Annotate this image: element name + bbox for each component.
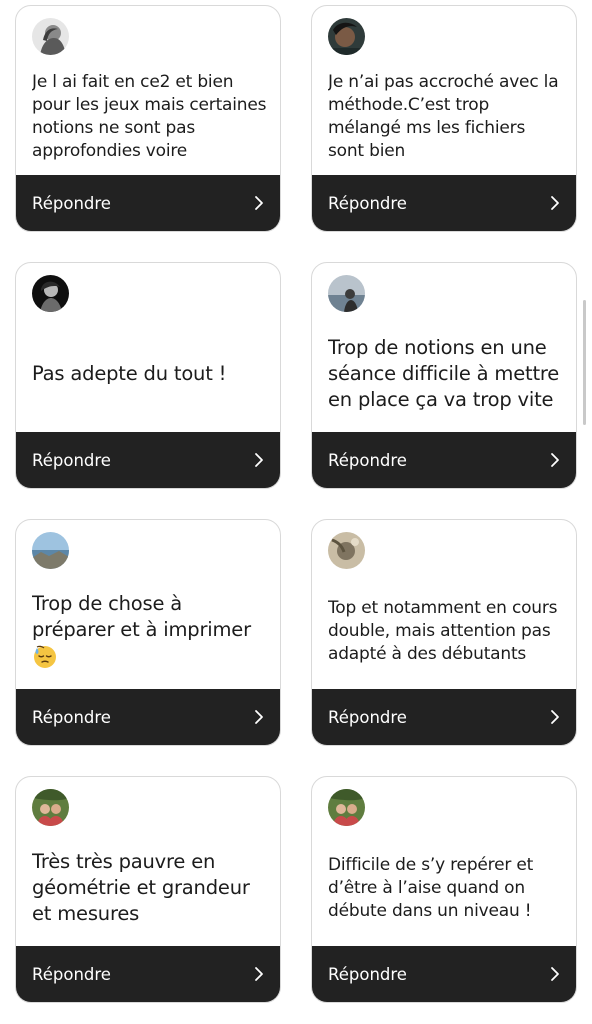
chevron-right-icon xyxy=(551,196,559,210)
reply-label: Répondre xyxy=(328,707,407,727)
review-text: Je n’ai pas accroché avec la méthode.C’e… xyxy=(328,72,559,161)
reply-label: Répondre xyxy=(328,450,407,470)
review-text-content: Trop de chose à préparer et à imprimer xyxy=(32,591,251,641)
review-body: Je l ai fait en ce2 et bien pour les jeu… xyxy=(32,58,268,176)
review-body: Difficile de s’y repérer et d’être à l’a… xyxy=(328,829,564,947)
review-card: Difficile de s’y repérer et d’être à l’a… xyxy=(311,776,577,1003)
reply-label: Répondre xyxy=(32,964,111,984)
chevron-right-icon xyxy=(255,967,263,981)
review-text: Très très pauvre en géométrie et grandeu… xyxy=(32,850,250,925)
review-body: Top et notamment en cours double, mais a… xyxy=(328,572,564,690)
avatar[interactable] xyxy=(32,275,69,312)
review-card: Trop de chose à préparer et à imprimer R… xyxy=(15,519,281,746)
review-text: Top et notamment en cours double, mais a… xyxy=(328,597,558,664)
review-body: Trop de chose à préparer et à imprimer xyxy=(32,572,268,690)
avatar[interactable] xyxy=(32,532,69,569)
reply-button[interactable]: Répondre xyxy=(312,946,576,1002)
review-text: Pas adepte du tout ! xyxy=(32,362,227,385)
reply-button[interactable]: Répondre xyxy=(16,432,280,488)
review-text: Trop de notions en une séance difficile … xyxy=(328,336,560,411)
avatar[interactable] xyxy=(328,789,365,826)
review-card: Top et notamment en cours double, mais a… xyxy=(311,519,577,746)
review-card: Très très pauvre en géométrie et grandeu… xyxy=(15,776,281,1003)
avatar[interactable] xyxy=(32,789,69,826)
reply-label: Répondre xyxy=(32,450,111,470)
reply-button[interactable]: Répondre xyxy=(312,175,576,231)
reply-label: Répondre xyxy=(328,193,407,213)
reply-label: Répondre xyxy=(32,193,111,213)
review-text: Je l ai fait en ce2 et bien pour les jeu… xyxy=(32,72,267,161)
reply-button[interactable]: Répondre xyxy=(16,689,280,745)
chevron-right-icon xyxy=(551,710,559,724)
chevron-right-icon xyxy=(551,967,559,981)
avatar[interactable] xyxy=(328,532,365,569)
review-text: Difficile de s’y repérer et d’être à l’a… xyxy=(328,854,534,921)
downcast-face-with-sweat-emoji xyxy=(34,645,56,668)
review-card: Pas adepte du tout ! Répondre xyxy=(15,262,281,489)
chevron-right-icon xyxy=(255,710,263,724)
avatar[interactable] xyxy=(328,18,365,55)
review-body: Très très pauvre en géométrie et grandeu… xyxy=(32,829,268,947)
review-card: Je l ai fait en ce2 et bien pour les jeu… xyxy=(15,5,281,232)
reply-label: Répondre xyxy=(328,964,407,984)
reply-button[interactable]: Répondre xyxy=(16,946,280,1002)
review-card: Je n’ai pas accroché avec la méthode.C’e… xyxy=(311,5,577,232)
reviews-grid: Je l ai fait en ce2 et bien pour les jeu… xyxy=(0,0,592,1024)
reply-label: Répondre xyxy=(32,707,111,727)
review-body: Pas adepte du tout ! xyxy=(32,315,268,433)
chevron-right-icon xyxy=(255,196,263,210)
chevron-right-icon xyxy=(255,453,263,467)
review-card: Trop de notions en une séance difficile … xyxy=(311,262,577,489)
review-text: Trop de chose à préparer et à imprimer xyxy=(32,591,268,672)
avatar[interactable] xyxy=(328,275,365,312)
vertical-scrollbar[interactable] xyxy=(583,300,586,425)
review-body: Je n’ai pas accroché avec la méthode.C’e… xyxy=(328,58,564,176)
chevron-right-icon xyxy=(551,453,559,467)
avatar[interactable] xyxy=(32,18,69,55)
reply-button[interactable]: Répondre xyxy=(312,689,576,745)
review-body: Trop de notions en une séance difficile … xyxy=(328,315,564,433)
reply-button[interactable]: Répondre xyxy=(16,175,280,231)
reply-button[interactable]: Répondre xyxy=(312,432,576,488)
